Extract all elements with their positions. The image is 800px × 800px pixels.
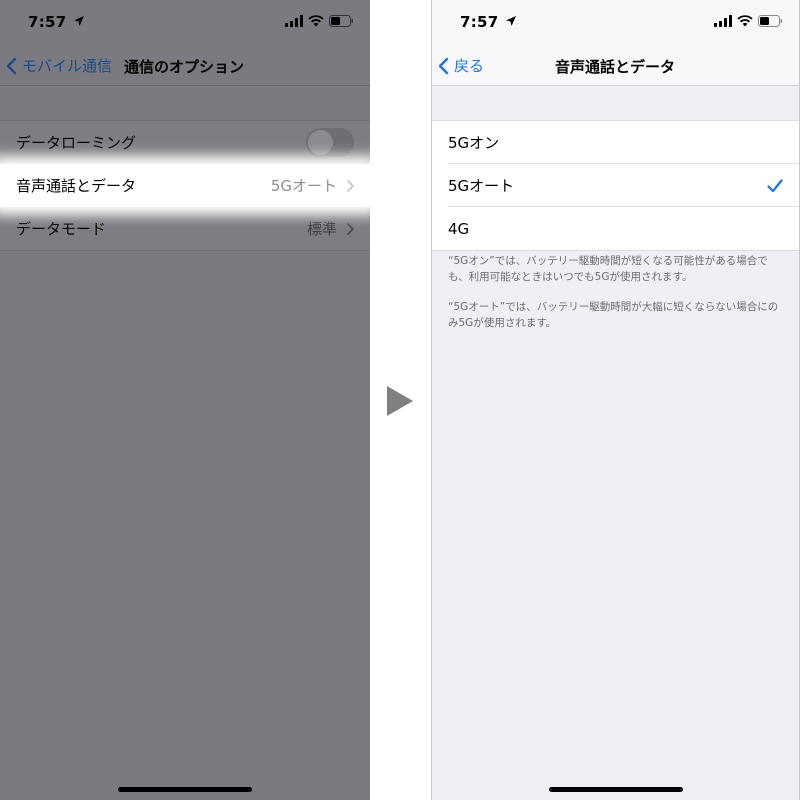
status-bar: 7:57	[0, 0, 370, 46]
right-screenshot: 7:57 戻る 音声通話とデータ 5Gオン 5Gオート 4G “5Gオン”では、…	[431, 0, 800, 800]
row-label: データローミング	[16, 134, 137, 152]
row-label: データモード	[16, 220, 107, 238]
home-indicator[interactable]	[118, 787, 252, 792]
back-button[interactable]: モバイル通信	[6, 55, 112, 76]
row-label: 音声通話とデータ	[16, 177, 137, 195]
option-label: 4G	[448, 219, 470, 238]
row-value: 標準	[306, 220, 337, 238]
option-4g[interactable]: 4G	[432, 207, 799, 250]
wifi-icon	[308, 15, 324, 27]
option-list: 5Gオン 5Gオート 4G	[432, 120, 799, 251]
back-chevron-icon	[438, 57, 449, 74]
page-title: 通信のオプション	[124, 58, 245, 76]
checkmark-icon	[767, 178, 783, 192]
back-button-label: モバイル通信	[22, 57, 113, 75]
row-data-roaming: データローミング	[0, 121, 370, 164]
option-5g-auto[interactable]: 5Gオート	[432, 164, 799, 207]
footnote-5g-auto: “5Gオート”では、バッテリー駆動時間が大幅に短くならない場合にのみ5Gが使用さ…	[448, 301, 779, 329]
row-value: 5Gオート	[270, 177, 337, 195]
navigation-bar: 戻る 音声通話とデータ	[432, 46, 799, 86]
status-bar: 7:57	[432, 0, 799, 46]
navigation-bar: モバイル通信 通信のオプション	[0, 46, 370, 86]
location-arrow-icon	[74, 16, 84, 26]
settings-group: データローミング 音声通話とデータ 5Gオート データモード 標準	[0, 120, 370, 251]
option-label: 5Gオン	[448, 134, 500, 152]
left-screenshot: 7:57 モバイル通信 通信のオプション データローミング 音声通話とデータ 5…	[0, 0, 370, 800]
page-title: 音声通話とデータ	[555, 58, 676, 76]
disclosure-chevron-icon	[347, 179, 354, 192]
back-button[interactable]: 戻る	[438, 55, 484, 76]
status-time: 7:57	[460, 13, 499, 31]
disclosure-chevron-icon	[347, 222, 354, 235]
battery-icon	[758, 15, 782, 27]
row-voice-and-data[interactable]: 音声通話とデータ 5Gオート	[0, 164, 370, 207]
location-arrow-icon	[506, 16, 516, 26]
data-roaming-toggle[interactable]	[306, 128, 354, 157]
option-label: 5Gオート	[448, 177, 515, 195]
cellular-signal-icon	[285, 15, 303, 27]
status-time: 7:57	[28, 13, 67, 31]
cellular-signal-icon	[714, 15, 732, 27]
back-button-label: 戻る	[454, 57, 485, 75]
battery-icon	[329, 15, 353, 27]
option-5g-on[interactable]: 5Gオン	[432, 121, 799, 164]
wifi-icon	[737, 15, 753, 27]
row-data-mode[interactable]: データモード 標準	[0, 207, 370, 250]
play-arrow-icon	[387, 386, 413, 416]
footnote-5g-on: “5Gオン”では、バッテリー駆動時間が短くなる可能性がある場合でも、利用可能なと…	[448, 255, 768, 283]
toggle-knob	[308, 130, 333, 155]
back-chevron-icon	[6, 57, 17, 74]
home-indicator[interactable]	[548, 787, 683, 792]
